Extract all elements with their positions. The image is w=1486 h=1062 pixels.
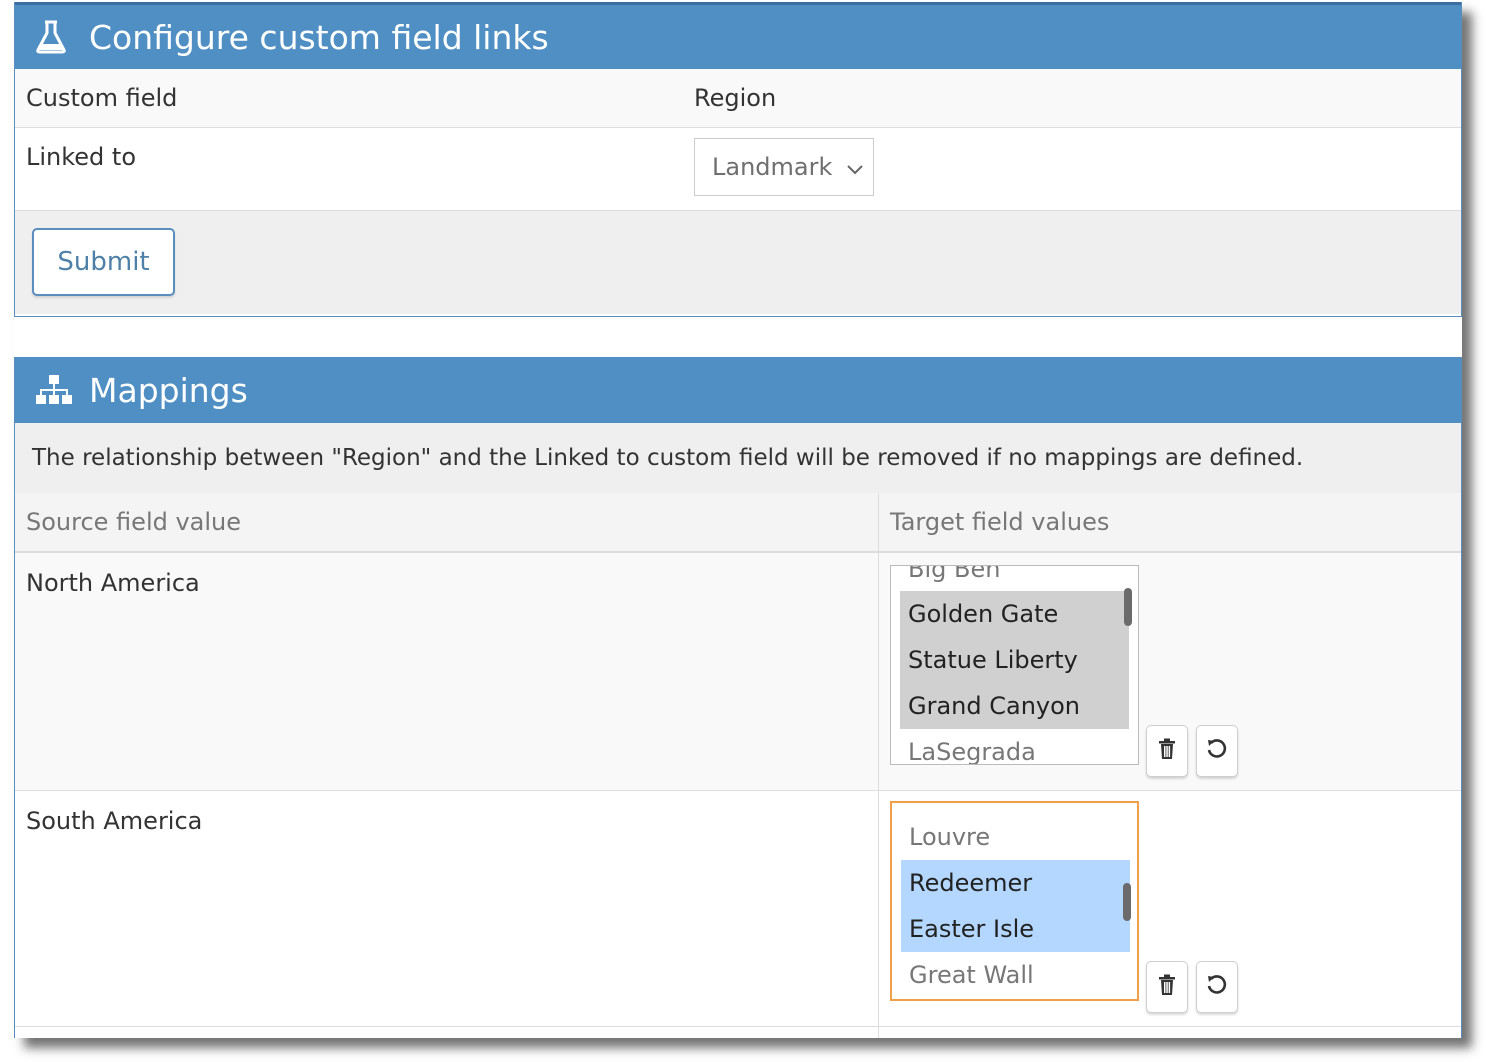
- table-row-target-cell: [879, 1027, 1461, 1038]
- trash-icon: [1158, 974, 1176, 1000]
- listbox-option[interactable]: Grand Canyon: [900, 683, 1129, 729]
- mappings-notice: The relationship between "Region" and th…: [15, 423, 1461, 493]
- flask-icon: [35, 20, 75, 54]
- submit-button[interactable]: Submit: [32, 228, 175, 296]
- listbox-option[interactable]: Easter Isle: [901, 906, 1130, 952]
- target-cell: Louvre Redeemer Easter Isle Great Wall: [879, 791, 1461, 1026]
- target-cell: Big Ben Golden Gate Statue Liberty Grand…: [879, 553, 1461, 790]
- mappings-widget: Mappings The relationship between "Regio…: [14, 357, 1462, 1038]
- configure-widget: Configure custom field links Custom fiel…: [14, 2, 1462, 317]
- mappings-title: Mappings: [89, 370, 248, 410]
- mappings-header: Mappings: [15, 357, 1461, 423]
- linked-to-select[interactable]: Landmark: [694, 138, 874, 196]
- linked-to-label: Linked to: [26, 143, 137, 171]
- configure-title: Configure custom field links: [89, 17, 549, 57]
- listbox-option[interactable]: Redeemer: [901, 860, 1130, 906]
- source-value-north-america: North America: [15, 553, 879, 790]
- listbox-option[interactable]: LaSegrada: [900, 729, 1129, 764]
- table-row-source-cell: [15, 1027, 879, 1038]
- linked-to-selected-value: Landmark: [712, 153, 833, 181]
- page: Configure custom field links Custom fiel…: [14, 2, 1462, 1038]
- column-header-target: Target field values: [890, 508, 1110, 536]
- listbox-scrollbar[interactable]: [1124, 588, 1132, 626]
- custom-field-row: Custom field Region: [15, 69, 1461, 128]
- target-values-listbox-focused[interactable]: Louvre Redeemer Easter Isle Great Wall: [890, 801, 1139, 1001]
- clear-button[interactable]: [1146, 725, 1188, 777]
- listbox-option[interactable]: Great Wall: [901, 952, 1130, 998]
- reset-button[interactable]: [1196, 961, 1238, 1013]
- listbox-option[interactable]: Golden Gate: [900, 591, 1129, 637]
- form-footer: Submit: [15, 211, 1461, 314]
- clear-button[interactable]: [1146, 961, 1188, 1013]
- listbox-scrollbar[interactable]: [1123, 883, 1131, 921]
- undo-icon: [1206, 974, 1228, 1000]
- table-row: [15, 1027, 1461, 1038]
- listbox-option[interactable]: Big Ben: [900, 566, 1129, 592]
- custom-field-label: Custom field: [26, 84, 178, 112]
- table-row: South America Louvre Redeemer Easter Isl…: [15, 791, 1461, 1027]
- listbox-option[interactable]: Louvre: [901, 814, 1130, 860]
- mappings-table-header: Source field value Target field values: [15, 493, 1461, 553]
- undo-icon: [1206, 738, 1228, 764]
- reset-button[interactable]: [1196, 725, 1238, 777]
- column-header-source: Source field value: [15, 493, 879, 551]
- custom-field-value: Region: [694, 84, 777, 112]
- chevron-down-icon: [847, 153, 863, 181]
- target-values-listbox[interactable]: Big Ben Golden Gate Statue Liberty Grand…: [890, 565, 1139, 765]
- linked-to-row: Linked to Landmark: [15, 128, 1461, 211]
- listbox-option[interactable]: Statue Liberty: [900, 637, 1129, 683]
- source-value-south-america: South America: [15, 791, 879, 1026]
- trash-icon: [1158, 738, 1176, 764]
- table-row: North America Big Ben Golden Gate Statue…: [15, 553, 1461, 791]
- linked-to-cell: Landmark: [683, 128, 874, 210]
- sitemap-icon: [35, 374, 75, 406]
- configure-header: Configure custom field links: [15, 2, 1461, 69]
